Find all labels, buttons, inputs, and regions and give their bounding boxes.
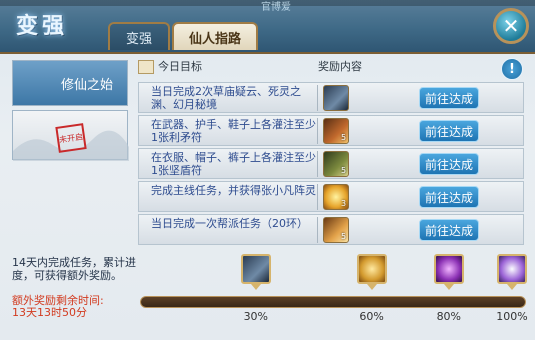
reward-qty: 3 (341, 199, 347, 208)
tab-bianqiang[interactable]: 变强 (108, 22, 170, 50)
gold-ingot-icon[interactable] (356, 254, 387, 284)
armor-icon[interactable] (323, 85, 349, 111)
go-achieve-button[interactable]: 前往达成 (419, 87, 479, 109)
task-row: 完成主线任务，并获得张小凡阵灵 3 前往达成 (138, 181, 524, 212)
progress-note: 14天内完成任务，累计进度，可获得额外奖励。 (12, 256, 136, 282)
close-button[interactable]: ✕ (493, 8, 529, 44)
milestone-label: 100% (496, 310, 528, 323)
scroll-icon (138, 60, 154, 74)
task-desc: 完成主线任务，并获得张小凡阵灵 (151, 184, 316, 197)
task-desc: 在武器、护手、鞋子上各灌注至少1张利矛符 (151, 118, 316, 144)
info-icon[interactable]: ! (501, 58, 523, 80)
milestone-label: 80% (436, 310, 462, 323)
game-panel: 官博爱 变强 变强 仙人指路 ✕ 修仙之始 未开启 今日目标 奖励内容 ! 当日… (0, 0, 535, 340)
go-achieve-button[interactable]: 前往达成 (419, 120, 479, 142)
left-tab-xiuxian[interactable]: 修仙之始 (12, 60, 128, 106)
locked-stamp: 未开启 (55, 123, 87, 153)
go-achieve-button[interactable]: 前往达成 (419, 153, 479, 175)
tab-xianren-zhilu[interactable]: 仙人指路 (172, 22, 258, 50)
left-tab-locked[interactable]: 未开启 (12, 110, 129, 161)
goal-column-header: 今日目标 (158, 60, 202, 73)
task-row: 在衣服、帽子、裤子上各灌注至少1张坚盾符 5 前往达成 (138, 148, 524, 179)
progress-track (140, 296, 526, 308)
panel-title: 变强 (16, 13, 69, 39)
task-desc: 当日完成一次帮派任务（20环） (151, 217, 308, 230)
task-desc: 在衣服、帽子、裤子上各灌注至少1张坚盾符 (151, 151, 316, 177)
go-achieve-button[interactable]: 前往达成 (419, 219, 479, 241)
remaining-time-value: 13天13时50分 (12, 306, 87, 319)
close-icon: ✕ (502, 14, 520, 38)
task-desc: 当日完成2次草庙疑云、死灵之渊、幻月秘境 (151, 85, 301, 111)
purple-claw-icon[interactable] (433, 254, 464, 284)
task-row: 当日完成一次帮派任务（20环） 5 前往达成 (138, 214, 524, 245)
armor-icon[interactable] (240, 254, 271, 284)
milestone-label: 30% (243, 310, 269, 323)
game-label: 官博爱 (261, 2, 291, 13)
header-bar: 官博爱 变强 变强 仙人指路 ✕ (0, 0, 535, 54)
go-achieve-button[interactable]: 前往达成 (419, 186, 479, 208)
task-board: 今日目标 奖励内容 ! 当日完成2次草庙疑云、死灵之渊、幻月秘境 前往达成 在武… (134, 58, 529, 246)
reward-qty: 5 (341, 133, 347, 142)
reward-qty: 5 (341, 232, 347, 241)
progress-section: 14天内完成任务，累计进度，可获得额外奖励。 额外奖励剩余时间: 13天13时5… (0, 250, 535, 340)
reward-qty: 5 (341, 166, 347, 175)
task-row: 当日完成2次草庙疑云、死灵之渊、幻月秘境 前往达成 (138, 82, 524, 113)
ring-icon[interactable] (497, 254, 527, 284)
task-row: 在武器、护手、鞋子上各灌注至少1张利矛符 5 前往达成 (138, 115, 524, 146)
reward-column-header: 奖励内容 (318, 60, 362, 73)
milestone-label: 60% (359, 310, 384, 323)
